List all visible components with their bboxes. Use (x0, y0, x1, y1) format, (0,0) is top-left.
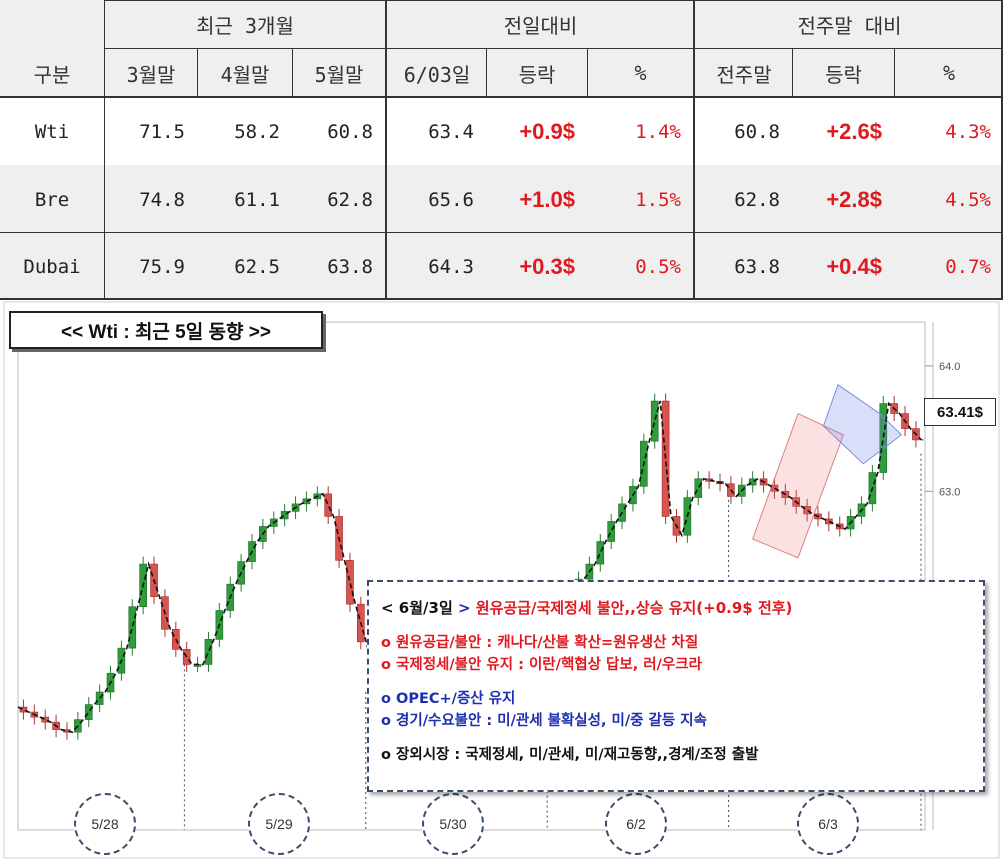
cell-day-pct: 0.5% (635, 256, 681, 278)
cell-today: 65.6 (428, 188, 474, 211)
row-name-wti: Wti (34, 120, 70, 143)
candle-body (650, 400, 659, 442)
cell-prev-week: 60.8 (734, 120, 780, 143)
cell-m5: 60.8 (327, 120, 373, 143)
cell-m4: 61.1 (234, 188, 280, 211)
grid-line (0, 232, 1003, 233)
note-line-offhours: o 장외시장 : 국제정세, 미/관세, 미/재고동향,,경계/조정 출발 (381, 747, 759, 763)
cell-week-pct: 4.3% (945, 120, 991, 143)
cell-today: 64.3 (428, 256, 474, 278)
row-name-dubai: Dubai (23, 256, 81, 278)
note-headline: 원유공급/국제정세 불안,,상승 유지(+0.9$ 전후) (470, 599, 793, 617)
last-price-label: 63.41$ (924, 398, 996, 426)
grid-line (104, 48, 1003, 49)
y-tick-label: 63.0 (939, 486, 960, 498)
cell-m5: 62.8 (327, 188, 373, 211)
candle-body (661, 400, 670, 517)
col-header-today: 6/03일 (403, 62, 471, 87)
note-line-demand: o 경기/수요불안 : 미/관세 불확실성, 미/중 갈등 지속 (381, 713, 707, 729)
candle-body (607, 521, 615, 542)
row-name-brent: Bre (34, 188, 70, 211)
note-line-opec: o OPEC+/증산 유지 (381, 691, 516, 707)
y-tick-label: 64.0 (939, 361, 960, 373)
grid-line (292, 49, 293, 97)
note-arrow: > (457, 599, 471, 617)
note-title: < 6월/3일 > 원유공급/국제정세 불안,,상승 유지(+0.9$ 전후) (381, 597, 971, 618)
col-header-apr: 4월말 (220, 62, 270, 87)
candle-body (324, 493, 332, 517)
cell-day-pct: 1.4% (635, 120, 681, 143)
candle-body (204, 639, 213, 665)
grid-line (587, 49, 588, 97)
chart-title: << Wti : 최근 5일 동향 >> (9, 311, 323, 349)
col-header-category: 구분 (33, 62, 71, 87)
col-header-may: 5월말 (314, 62, 364, 87)
grid-line (104, 0, 1003, 1)
cell-today: 63.4 (428, 120, 474, 143)
date-label-6-3: 6/3 (797, 793, 859, 855)
grid-line (104, 0, 105, 300)
cell-m4: 62.5 (234, 256, 280, 278)
cell-week-pct: 0.7% (945, 256, 991, 278)
market-note-box: < 6월/3일 > 원유공급/국제정세 불안,,상승 유지(+0.9$ 전후) … (367, 580, 985, 792)
cell-week-change: +2.8$ (826, 186, 882, 212)
col-header-day-change: 등락 (518, 62, 556, 87)
cell-m3: 74.8 (139, 188, 185, 211)
grid-line (197, 49, 198, 97)
cell-m5: 63.8 (327, 256, 373, 278)
cell-week-change: +2.6$ (826, 118, 882, 144)
cell-week-pct: 4.5% (945, 188, 991, 211)
col-header-prev-week: 전주말 (716, 62, 772, 87)
grid-line (0, 96, 1003, 98)
cell-prev-week: 63.8 (734, 256, 780, 278)
note-date: < 6월/3일 (381, 599, 458, 617)
date-label-5-30: 5/30 (422, 793, 484, 855)
col-header-week-change: 등락 (825, 62, 862, 87)
group-header-prev-week: 전주말 대비 (797, 14, 902, 38)
date-label-5-28: 5/28 (74, 793, 136, 855)
candle-body (95, 691, 104, 705)
cell-prev-week: 62.8 (734, 188, 780, 211)
cell-m4: 58.2 (234, 120, 280, 143)
col-header-day-pct: % (634, 61, 647, 85)
price-table: 최근 3개월 전일대비 전주말 대비 구분 3월말 4월말 5월말 6/03일 … (0, 0, 1003, 300)
grid-line (894, 49, 895, 97)
cell-week-change: +0.4$ (826, 254, 882, 279)
cell-m3: 75.9 (139, 256, 185, 278)
note-line-supply: o 원유공급/불안 : 캐나다/산불 확산=원유생산 차질 (381, 635, 699, 651)
grid-line (385, 0, 387, 300)
candle-body (128, 606, 137, 649)
group-header-recent-3m: 최근 3개월 (196, 14, 294, 38)
group-header-prev-day: 전일대비 (503, 14, 578, 38)
grid-line (792, 49, 793, 97)
candle-body (596, 541, 605, 565)
date-label-6-2: 6/2 (605, 793, 667, 855)
candle-body (694, 478, 703, 498)
grid-line (693, 0, 695, 300)
note-line-geopolitics: o 국제정세/불안 유지 : 이란/핵협상 답보, 러/우크라 (381, 657, 702, 673)
grid-line (486, 49, 487, 97)
cell-day-pct: 1.5% (635, 188, 681, 211)
col-header-mar: 3월말 (126, 62, 176, 87)
candle-body (346, 560, 354, 605)
col-header-week-pct: % (942, 61, 956, 85)
candle-body (84, 704, 93, 720)
cell-day-change: +0.3$ (519, 254, 575, 279)
cell-day-change: +0.9$ (519, 118, 575, 144)
date-label-5-29: 5/29 (248, 793, 310, 855)
wti-chart: 62.063.064.0 << Wti : 최근 5일 동향 >> 63.41$… (0, 300, 1003, 862)
cell-day-change: +1.0$ (519, 186, 575, 212)
cell-m3: 71.5 (139, 120, 185, 143)
